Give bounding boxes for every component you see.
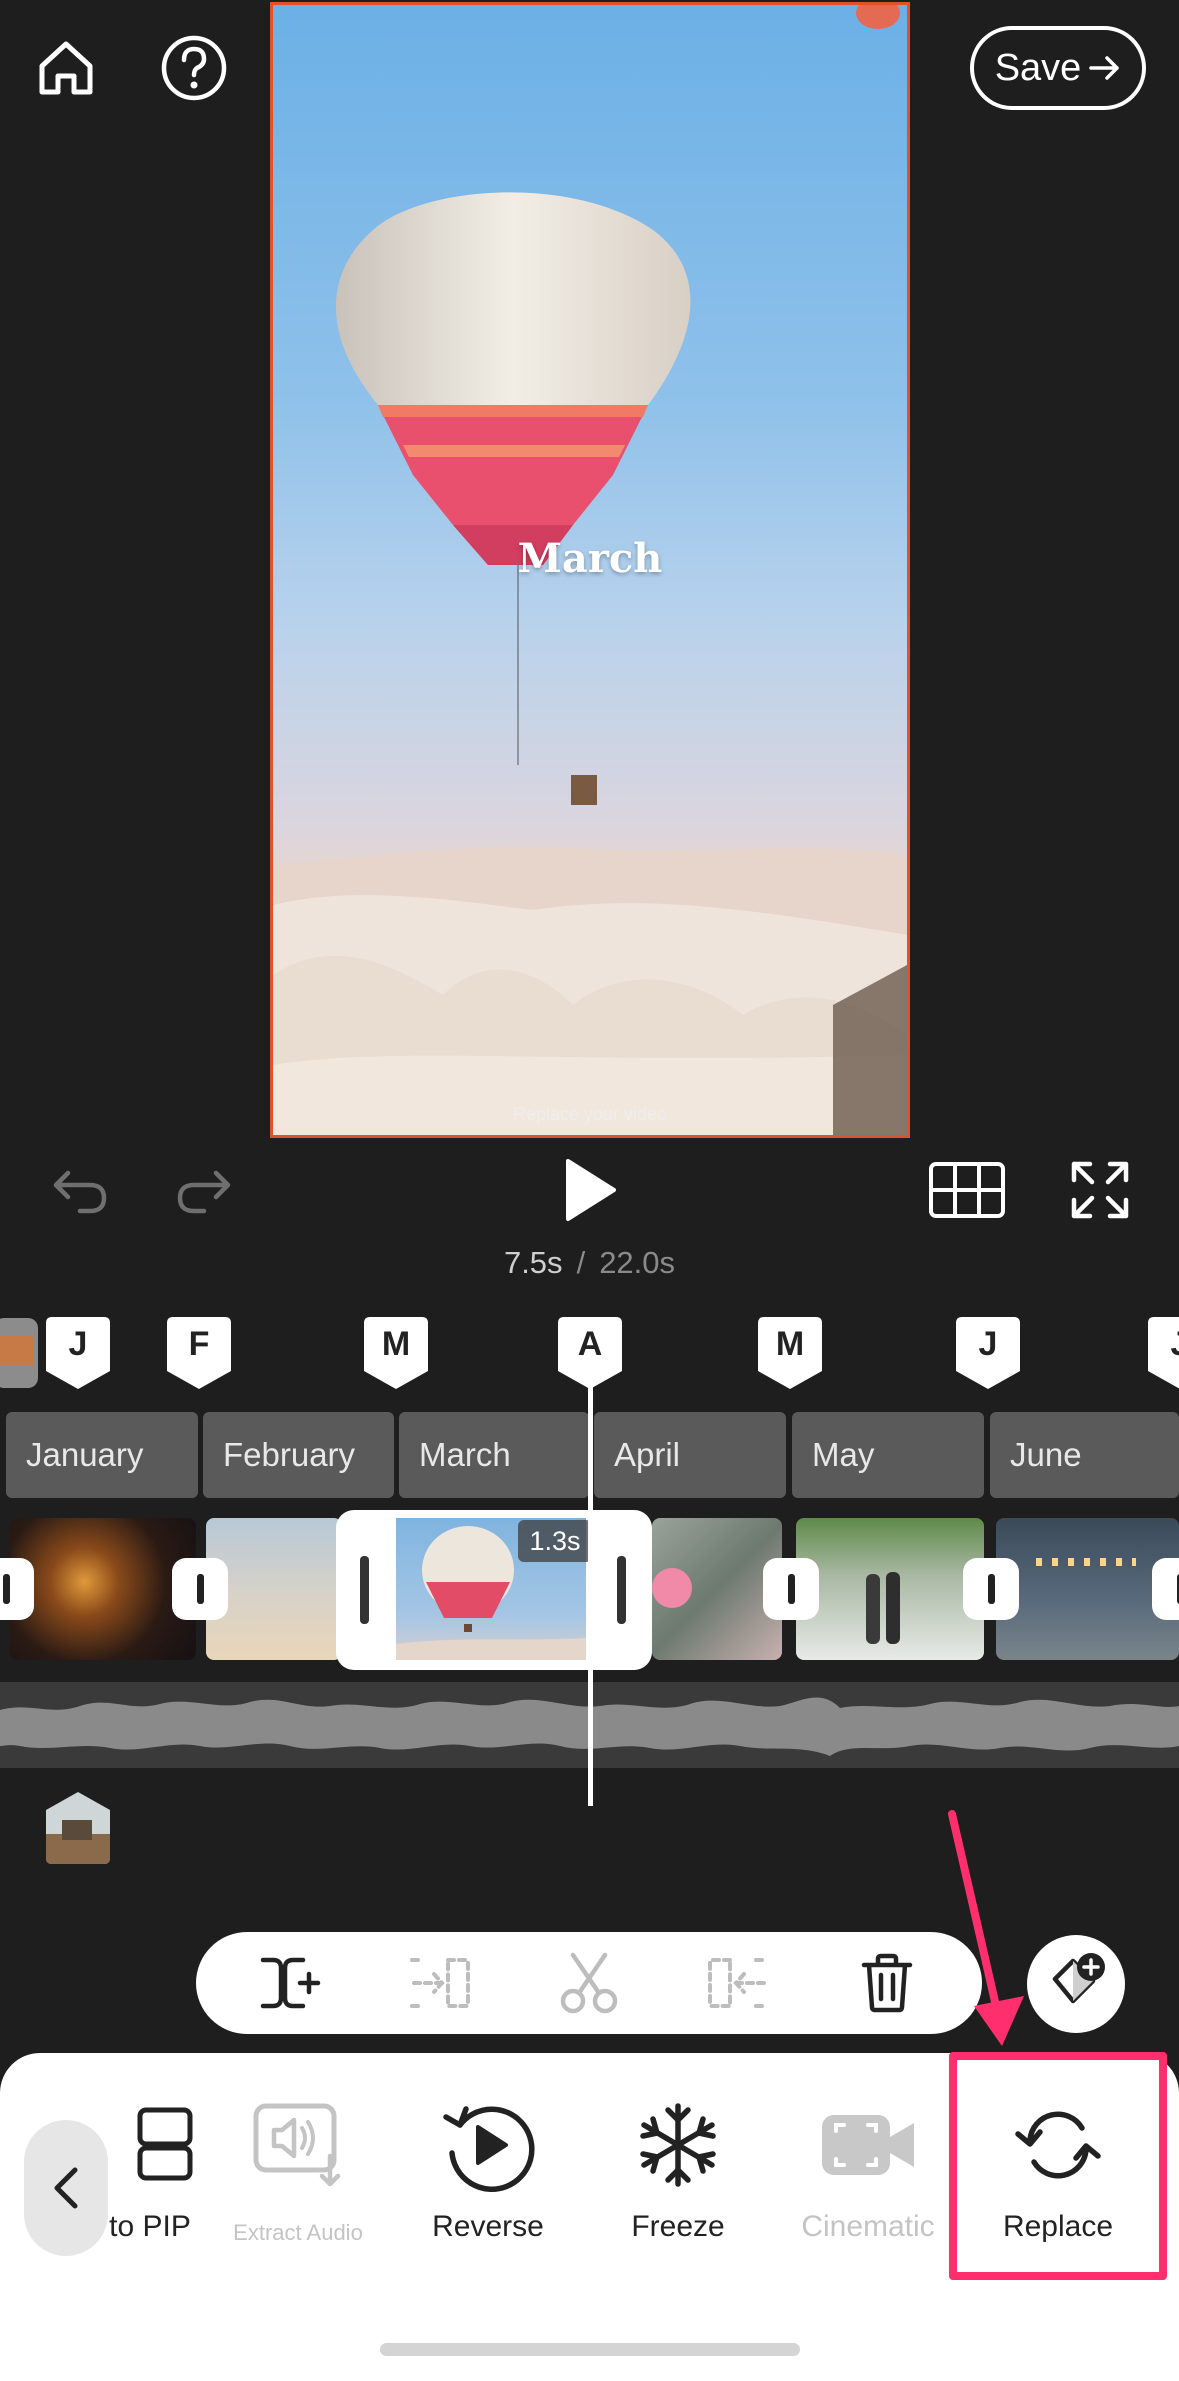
- question-circle-icon: [161, 35, 227, 101]
- month-text: April: [614, 1436, 681, 1473]
- month-text: May: [812, 1436, 875, 1473]
- marker-label: F: [188, 1325, 210, 1363]
- total-time: 22.0s: [599, 1245, 676, 1280]
- effect-add-button[interactable]: [1027, 1935, 1125, 2033]
- tool-reverse[interactable]: Reverse: [398, 2090, 578, 2270]
- tool-extract-audio[interactable]: Extract Audio: [208, 2090, 388, 2270]
- marker-label: J: [1146, 1325, 1179, 1364]
- video-preview[interactable]: March Replace your video: [270, 2, 910, 1138]
- scissors-icon: [560, 1952, 618, 2014]
- snowflake-icon: [640, 2103, 716, 2187]
- help-button[interactable]: [156, 30, 232, 106]
- tool-freeze[interactable]: Freeze: [588, 2090, 768, 2270]
- redo-icon: [177, 1170, 231, 1214]
- fullscreen-icon: [1071, 1161, 1129, 1219]
- tool-label: Freeze: [631, 2210, 725, 2243]
- edit-toolbar: [196, 1932, 982, 2034]
- effect-add-icon: [1052, 1953, 1105, 2004]
- transition-handle[interactable]: [0, 1558, 34, 1620]
- marker-label: M: [381, 1325, 411, 1363]
- reverse-icon: [443, 2106, 535, 2192]
- fullscreen-button[interactable]: [1060, 1150, 1140, 1230]
- save-button[interactable]: Save: [970, 26, 1146, 110]
- marker-label: A: [577, 1325, 603, 1363]
- home-indicator: [380, 2343, 800, 2356]
- save-label: Save: [994, 46, 1082, 89]
- marker-february[interactable]: F: [165, 1315, 233, 1391]
- clip-couple[interactable]: [796, 1518, 984, 1660]
- delete-button[interactable]: [847, 1943, 927, 2023]
- tool-label: Reverse: [432, 2210, 544, 2243]
- transition-handle[interactable]: [763, 1558, 819, 1620]
- home-button[interactable]: [28, 30, 104, 106]
- month-label-march[interactable]: March: [399, 1412, 589, 1498]
- trim-handle-right[interactable]: [617, 1556, 626, 1624]
- play-icon: [566, 1159, 616, 1221]
- undo-icon: [53, 1170, 107, 1214]
- play-button[interactable]: [550, 1150, 630, 1230]
- marker-march[interactable]: M: [362, 1315, 430, 1391]
- time-separator: /: [576, 1245, 586, 1280]
- trim-end-icon: [708, 1958, 769, 2008]
- marker-thumbnail[interactable]: [0, 1318, 38, 1388]
- marker-july[interactable]: J: [1146, 1315, 1179, 1391]
- overlay-thumbnail-shape: [46, 1792, 110, 1864]
- playhead[interactable]: [588, 1370, 593, 1806]
- month-text: January: [26, 1436, 144, 1473]
- month-label-january[interactable]: January: [6, 1412, 198, 1498]
- insert-clip-button[interactable]: [251, 1943, 331, 2023]
- marker-label: J: [978, 1325, 998, 1363]
- marker-label: J: [68, 1325, 88, 1363]
- clip-fireworks[interactable]: [10, 1518, 196, 1660]
- marker-june[interactable]: J: [954, 1315, 1022, 1391]
- grid-icon: [929, 1162, 1005, 1218]
- month-text: June: [1010, 1436, 1082, 1473]
- replace-highlight-box: [949, 2052, 1167, 2280]
- insert-clip-icon: [260, 1957, 320, 2009]
- cinematic-icon: [822, 2115, 914, 2175]
- month-label-june[interactable]: June: [990, 1412, 1179, 1498]
- marker-label: M: [775, 1325, 805, 1363]
- transition-handle[interactable]: [963, 1558, 1019, 1620]
- tool-label: Cinematic: [801, 2210, 935, 2243]
- home-icon: [39, 41, 93, 95]
- month-label-february[interactable]: February: [203, 1412, 394, 1498]
- split-button[interactable]: [549, 1943, 629, 2023]
- tool-label: Extract Audio: [233, 2220, 363, 2245]
- transition-handle[interactable]: [1152, 1558, 1179, 1620]
- undo-button[interactable]: [40, 1150, 120, 1230]
- pointer-arrow: [948, 1810, 1024, 2046]
- replace-video-caption: Replace your video: [512, 1104, 668, 1124]
- month-label-may[interactable]: May: [792, 1412, 984, 1498]
- arrow-right-icon: [1089, 56, 1120, 80]
- month-label-april[interactable]: April: [594, 1412, 786, 1498]
- clip-duration-badge: 1.3s: [518, 1520, 592, 1562]
- marker-may[interactable]: M: [756, 1315, 824, 1391]
- trim-start-icon: [409, 1958, 470, 2008]
- month-text: February: [223, 1436, 356, 1473]
- current-time: 7.5s: [503, 1245, 563, 1280]
- pip-icon: [137, 2107, 193, 2181]
- trash-icon: [862, 1953, 913, 2013]
- grid-button[interactable]: [922, 1150, 1012, 1230]
- time-display: 7.5s / 22.0s: [0, 1245, 1179, 1281]
- tool-label: to PIP: [109, 2210, 191, 2243]
- trim-start-button[interactable]: [400, 1943, 480, 2023]
- overlay-track-thumbnail[interactable]: [42, 1790, 114, 1866]
- tool-cinematic[interactable]: Cinematic: [778, 2090, 958, 2270]
- preview-title: March: [517, 535, 663, 582]
- marker-january[interactable]: J: [44, 1315, 112, 1391]
- trim-end-button[interactable]: [698, 1943, 778, 2023]
- month-text: March: [419, 1436, 511, 1473]
- transition-handle[interactable]: [172, 1558, 228, 1620]
- redo-button[interactable]: [164, 1150, 244, 1230]
- extract-audio-icon: [253, 2103, 341, 2187]
- trim-handle-left[interactable]: [360, 1556, 369, 1624]
